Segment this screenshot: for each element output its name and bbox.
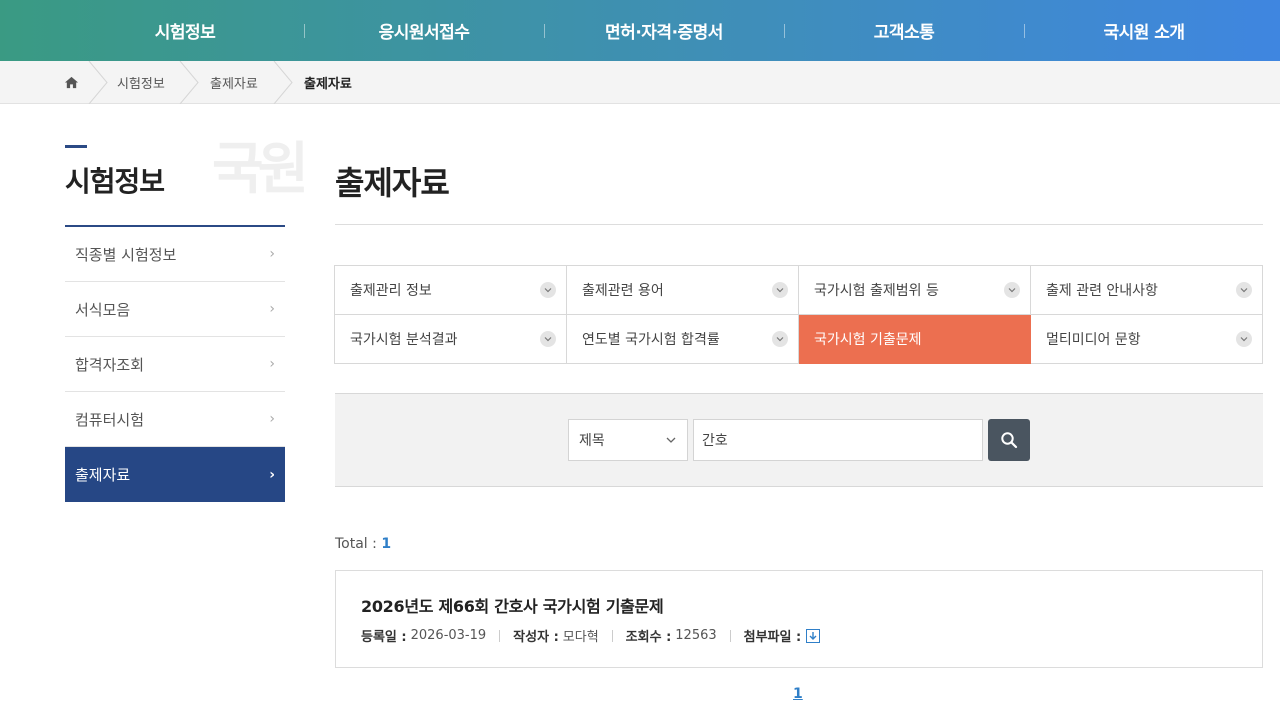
tab-label: 국가시험 출제범위 등 <box>814 283 939 299</box>
sidebar-item-exam-by-job[interactable]: 직종별 시험정보 › <box>65 227 285 282</box>
result-meta: 등록일 : 2026-03-19 작성자 : 모다혁 조회수 : 12563 첨… <box>361 626 821 645</box>
breadcrumb-item[interactable]: 시험정보 <box>117 61 165 104</box>
chevron-down-icon <box>772 282 788 298</box>
tab-exam-management[interactable]: 출제관리 정보 <box>335 266 567 315</box>
nav-about[interactable]: 국시원 소개 <box>1024 0 1264 61</box>
tab-label: 출제 관련 안내사항 <box>1046 283 1158 299</box>
chevron-right-icon: › <box>269 246 275 262</box>
chevron-down-icon <box>540 282 556 298</box>
sidebar-item-exam-materials[interactable]: 출제자료 › <box>65 447 285 502</box>
tab-label: 출제관련 용어 <box>582 283 664 299</box>
chevron-down-icon <box>666 437 676 443</box>
search-icon <box>1001 432 1018 449</box>
page-title: 출제자료 <box>335 164 450 202</box>
sidebar-accent-bar <box>65 145 87 148</box>
breadcrumb: 시험정보 출제자료 출제자료 <box>0 61 1280 104</box>
chevron-right-icon: › <box>269 301 275 317</box>
sidebar-item-forms[interactable]: 서식모음 › <box>65 282 285 337</box>
tab-analysis[interactable]: 국가시험 분석결과 <box>335 315 567 364</box>
meta-separator <box>611 629 613 642</box>
tab-multimedia[interactable]: 멀티미디어 문항 <box>1031 315 1263 364</box>
nav-license[interactable]: 면허·자격·증명서 <box>544 0 784 61</box>
tab-label: 출제관리 정보 <box>350 283 432 299</box>
sidebar-item-label: 출제자료 <box>75 466 131 484</box>
meta-separator <box>499 629 501 642</box>
search-input[interactable] <box>693 419 983 461</box>
sidebar-item-label: 합격자조회 <box>75 355 145 374</box>
sidebar-title: 시험정보 <box>65 165 165 198</box>
breadcrumb-chevron-icon <box>88 61 108 104</box>
total-count: Total : 1 <box>335 536 391 552</box>
download-file-icon[interactable] <box>805 628 821 644</box>
sidebar-item-computer-test[interactable]: 컴퓨터시험 › <box>65 392 285 447</box>
top-navigation: 시험정보 응시원서접수 면허·자격·증명서 고객소통 국시원 소개 <box>0 0 1280 61</box>
pagination-page-current[interactable]: 1 <box>793 686 803 702</box>
chevron-right-icon: › <box>269 411 275 427</box>
tab-label: 국가시험 분석결과 <box>350 332 458 348</box>
sidebar-item-pass-lookup[interactable]: 합격자조회 › <box>65 337 285 392</box>
search-field-selected: 제목 <box>579 433 605 449</box>
total-number: 1 <box>381 536 392 552</box>
file-label: 첨부파일 : <box>743 630 802 645</box>
sidebar-item-label: 직종별 시험정보 <box>75 245 177 264</box>
tab-label: 멀티미디어 문항 <box>1046 332 1141 348</box>
tab-exam-scope[interactable]: 국가시험 출제범위 등 <box>799 266 1031 315</box>
breadcrumb-chevron-icon <box>273 61 293 104</box>
nav-application[interactable]: 응시원서접수 <box>304 0 544 61</box>
chevron-right-icon: › <box>269 466 275 483</box>
chevron-down-icon <box>772 331 788 347</box>
author-label: 작성자 : <box>513 630 559 645</box>
sidebar-item-label: 서식모음 <box>75 300 131 319</box>
tab-label: 연도별 국가시험 합격률 <box>582 332 720 348</box>
chevron-down-icon <box>540 331 556 347</box>
category-tab-grid: 출제관리 정보 출제관련 용어 국가시험 출제범위 등 출제 관련 안내사항 국… <box>334 265 1263 364</box>
sidebar-menu: 직종별 시험정보 › 서식모음 › 합격자조회 › 컴퓨터시험 › 출제자료 › <box>65 227 285 502</box>
sidebar-item-label: 컴퓨터시험 <box>75 410 145 429</box>
views-label: 조회수 : <box>625 630 672 645</box>
result-title[interactable]: 2026년도 제66회 간호사 국가시험 기출문제 <box>361 593 664 617</box>
breadcrumb-current: 출제자료 <box>304 77 352 92</box>
views-value: 12563 <box>675 628 717 643</box>
nav-exam-info[interactable]: 시험정보 <box>60 0 310 61</box>
meta-separator <box>729 629 731 642</box>
nav-customer[interactable]: 고객소통 <box>784 0 1024 61</box>
home-icon[interactable] <box>64 75 79 90</box>
search-button[interactable] <box>988 419 1030 461</box>
chevron-down-icon <box>1004 282 1020 298</box>
breadcrumb-chevron-icon <box>179 61 199 104</box>
tab-label: 국가시험 기출문제 <box>814 332 922 348</box>
tab-terms[interactable]: 출제관련 용어 <box>567 266 799 315</box>
breadcrumb-item[interactable]: 출제자료 <box>210 61 258 104</box>
search-field-select[interactable]: 제목 <box>568 419 688 461</box>
date-label: 등록일 : <box>361 630 407 645</box>
chevron-right-icon: › <box>269 356 275 372</box>
sidebar-watermark: 국원 <box>212 137 309 202</box>
tab-past-questions[interactable]: 국가시험 기출문제 <box>799 315 1031 364</box>
author-value: 모다혁 <box>562 630 599 645</box>
tab-pass-rate[interactable]: 연도별 국가시험 합격률 <box>567 315 799 364</box>
date-value: 2026-03-19 <box>410 628 487 643</box>
chevron-down-icon <box>1236 282 1252 298</box>
total-label: Total : <box>335 536 377 552</box>
tab-notices[interactable]: 출제 관련 안내사항 <box>1031 266 1263 315</box>
result-item[interactable]: 2026년도 제66회 간호사 국가시험 기출문제 등록일 : 2026-03-… <box>335 570 1263 668</box>
chevron-down-icon <box>1236 331 1252 347</box>
title-divider <box>335 224 1263 225</box>
